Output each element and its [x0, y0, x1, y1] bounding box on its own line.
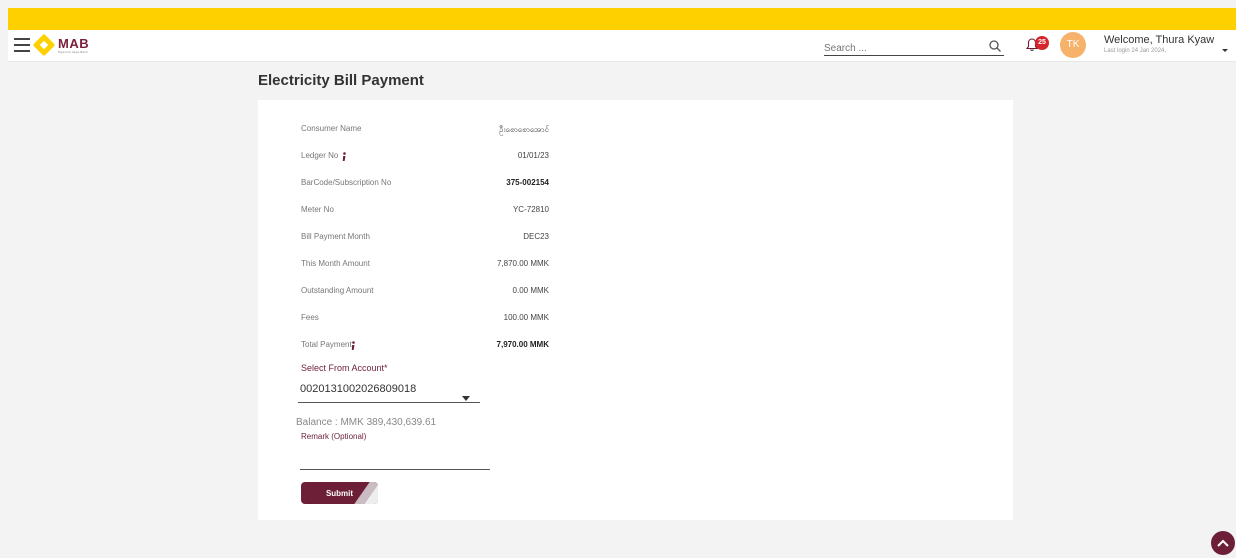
- logo-subtext: Myanma Apex Bank: [58, 50, 88, 54]
- detail-label: Bill Payment Month: [301, 232, 370, 241]
- detail-value: 7,970.00 MMK: [496, 340, 549, 349]
- detail-value: 0.00 MMK: [512, 286, 549, 295]
- detail-value: 100.00 MMK: [503, 313, 549, 322]
- search-box: [824, 36, 1004, 58]
- notification-bell[interactable]: 25: [1026, 36, 1052, 54]
- notification-badge: 25: [1035, 36, 1049, 50]
- detail-label: This Month Amount: [301, 259, 370, 268]
- chevron-up-icon: [1217, 539, 1229, 547]
- balance-text: Balance : MMK 389,430,639.61: [296, 417, 437, 428]
- detail-label: BarCode/Subscription No: [301, 178, 392, 187]
- detail-label: Outstanding Amount: [301, 286, 374, 295]
- scroll-to-top-button[interactable]: [1211, 531, 1235, 555]
- payment-card: Consumer Name ဦးစောစောအောင် Ledger No 01/01…: [258, 100, 1013, 520]
- avatar[interactable]: TK: [1060, 32, 1086, 58]
- detail-label: Fees: [301, 313, 319, 322]
- account-select-value: 0020131002026809018: [300, 383, 417, 395]
- header-bar: MAB Myanma Apex Bank 25 TK Welcome, Thur…: [8, 30, 1236, 62]
- select-account-label: Select From Account*: [301, 363, 388, 373]
- detail-value: YC-72810: [512, 205, 549, 214]
- remark-input[interactable]: [300, 448, 490, 470]
- brand-bar: [8, 8, 1236, 30]
- top-strip: [0, 0, 1236, 8]
- submit-label: Submit: [325, 488, 354, 498]
- logo-text: MAB: [58, 36, 90, 51]
- user-menu-caret-icon[interactable]: [1220, 40, 1230, 52]
- menu-icon[interactable]: [14, 38, 30, 52]
- search-icon[interactable]: [988, 38, 1002, 52]
- info-icon[interactable]: [349, 336, 357, 350]
- detail-label: Ledger No: [301, 151, 339, 160]
- detail-value: ဦးစောစောအောင်: [499, 125, 549, 134]
- logo[interactable]: MAB Myanma Apex Bank: [32, 33, 104, 57]
- welcome-text: Welcome, Thura Kyaw: [1104, 34, 1215, 46]
- logo-diamond-icon: [32, 33, 56, 57]
- detail-value: 7,870.00 MMK: [496, 259, 549, 268]
- search-input[interactable]: [824, 39, 974, 58]
- detail-label: Meter No: [301, 205, 334, 214]
- info-icon[interactable]: [340, 147, 348, 161]
- account-select[interactable]: 0020131002026809018: [298, 379, 480, 403]
- remark-label: Remark (Optional): [301, 432, 367, 441]
- detail-value: 01/01/23: [517, 151, 549, 160]
- detail-label: Consumer Name: [301, 124, 362, 133]
- chevron-down-icon: [462, 387, 470, 401]
- page-title: Electricity Bill Payment: [258, 72, 424, 89]
- detail-value: DEC23: [523, 232, 549, 241]
- last-login-text: Last login 24 Jan 2024,: [1104, 48, 1167, 54]
- detail-label: Total Payment: [301, 340, 352, 349]
- detail-value: 375-002154: [506, 178, 549, 187]
- submit-button[interactable]: Submit: [301, 482, 378, 504]
